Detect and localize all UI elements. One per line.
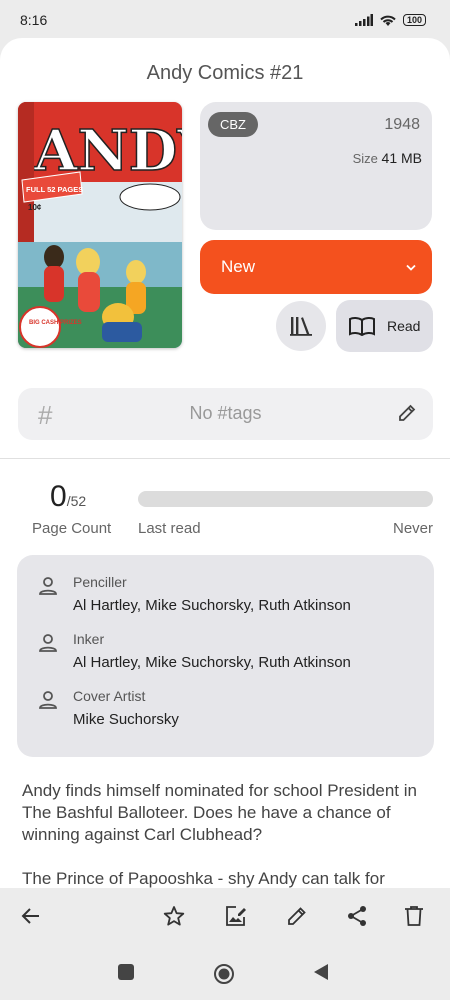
book-open-icon (349, 316, 375, 336)
cover-price-text: 10¢ (28, 203, 42, 212)
pencil-icon (288, 907, 306, 925)
last-read-label: Last read (138, 520, 201, 537)
trash-icon (405, 906, 423, 926)
description-paragraph: The Prince of Papooshka - shy Andy can t… (22, 869, 385, 888)
divider (0, 458, 450, 459)
reading-progress-bar (138, 491, 433, 507)
total-pages: /52 (66, 493, 87, 509)
comic-detail-sheet: Andy Comics #21 ANDY FULL 52 PAGES 10¢ B… (0, 38, 450, 888)
info-card: CBZ 1948 Size 41 MB (200, 102, 432, 230)
favorite-button[interactable] (163, 905, 185, 932)
credit-names: Al Hartley, Mike Suchorsky, Ruth Atkinso… (73, 654, 351, 671)
credit-cover-artist[interactable]: Cover Artist Mike Suchorsky (17, 681, 434, 738)
edit-tags-button[interactable] (397, 403, 417, 428)
credits-card: Penciller Al Hartley, Mike Suchorsky, Ru… (17, 555, 434, 757)
library-button[interactable] (276, 301, 326, 351)
chevron-down-icon (406, 240, 416, 294)
read-status-dropdown[interactable]: New (200, 240, 432, 294)
triangle-back-icon (314, 964, 328, 980)
arrow-left-icon (21, 908, 39, 924)
library-icon (290, 317, 312, 336)
star-icon (163, 906, 185, 926)
status-bar: 8:16 100 (0, 0, 450, 40)
circle-icon (214, 964, 234, 984)
credit-names: Al Hartley, Mike Suchorsky, Ruth Atkinso… (73, 597, 351, 614)
page-count-value: 0/52 (50, 480, 86, 514)
status-icons: 100 (354, 14, 426, 27)
credit-role: Penciller (73, 574, 127, 590)
cover-image[interactable]: ANDY FULL 52 PAGES 10¢ BIG CASH PRIZES (18, 102, 182, 348)
read-button-label: Read (387, 318, 421, 334)
cover-banner-text: FULL 52 PAGES (26, 185, 83, 194)
back-button[interactable] (20, 905, 42, 932)
system-navigation-bar (0, 946, 450, 1000)
pencil-icon (399, 404, 416, 421)
current-page: 0 (50, 480, 67, 513)
credit-names: Mike Suchorsky (73, 711, 179, 728)
square-icon (118, 964, 134, 980)
home-button[interactable] (213, 963, 235, 990)
cover-art: ANDY FULL 52 PAGES 10¢ BIG CASH PRIZES (18, 102, 182, 348)
bottom-action-bar (0, 888, 450, 946)
person-icon (39, 577, 57, 595)
edit-cover-button[interactable] (224, 905, 248, 932)
cover-prize-text: BIG CASH PRIZES (29, 320, 82, 326)
wifi-icon (380, 15, 396, 26)
recents-button[interactable] (117, 963, 135, 986)
description: Andy finds himself nominated for school … (22, 780, 432, 888)
signal-icon (354, 14, 373, 26)
clock: 8:16 (20, 12, 48, 28)
size-value: 41 MB (381, 150, 422, 166)
person-icon (39, 634, 57, 652)
page-count-label: Page Count (32, 520, 112, 537)
edit-button[interactable] (286, 905, 308, 932)
credit-inker[interactable]: Inker Al Hartley, Mike Suchorsky, Ruth A… (17, 624, 434, 681)
credit-role: Cover Artist (73, 688, 146, 704)
tags-field[interactable]: # No #tags (18, 388, 433, 440)
comic-title: Andy Comics #21 (146, 62, 304, 84)
read-button[interactable]: Read (336, 300, 433, 352)
back-nav-button[interactable] (313, 963, 329, 986)
delete-button[interactable] (404, 905, 424, 932)
year-value: 1948 (384, 116, 420, 133)
credit-penciller[interactable]: Penciller Al Hartley, Mike Suchorsky, Ru… (17, 567, 434, 624)
file-size: Size 41 MB (353, 150, 422, 166)
battery-icon: 100 (402, 14, 426, 26)
description-paragraph: Andy finds himself nominated for school … (22, 781, 417, 844)
person-icon (39, 691, 57, 709)
cover-title-text: ANDY (33, 118, 182, 184)
size-label: Size (352, 151, 378, 166)
last-read-value: Never (392, 520, 433, 537)
image-edit-icon (226, 906, 246, 926)
format-chip: CBZ (208, 112, 258, 137)
share-icon (348, 906, 366, 926)
tags-empty-text: No #tags (189, 403, 262, 423)
share-button[interactable] (346, 905, 368, 932)
read-status-label: New (221, 257, 256, 276)
credit-role: Inker (73, 631, 105, 647)
